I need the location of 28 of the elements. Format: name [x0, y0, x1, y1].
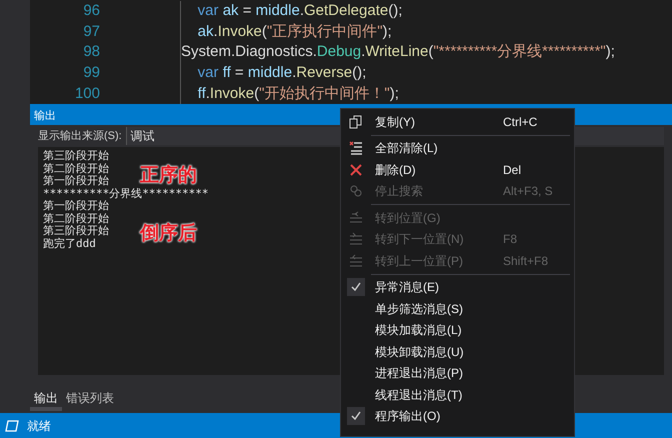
annotation-text: 正序的 — [140, 164, 197, 188]
panel-title: 输出 — [34, 108, 56, 124]
shortcut-text: Alt+F3, S — [503, 183, 553, 200]
line-number: 96 — [82, 1, 100, 22]
source-label: 显示输出来源(S): — [38, 128, 122, 144]
output-line: 第三阶段开始 — [43, 150, 109, 162]
output-line: 跑完了ddd — [43, 238, 96, 250]
shortcut-text: F8 — [503, 231, 518, 248]
line-number: 97 — [82, 22, 100, 42]
line-number: 100 — [74, 84, 100, 104]
status-text: 就绪 — [27, 418, 51, 434]
code-line: ff.Invoke("开始执行中间件！"); — [196, 84, 399, 104]
line-number: 98 — [82, 42, 100, 62]
output-line: 第三阶段开始 — [43, 225, 109, 238]
output-line: 第二阶段开始 — [43, 212, 109, 225]
annotation-text: 倒序后 — [140, 222, 197, 246]
output-line: 第二阶段开始 — [43, 162, 109, 175]
line-number: 99 — [82, 63, 100, 84]
code-line: ak.Invoke("正序执行中间件"); — [196, 22, 392, 42]
output-line: 第一阶段开始 — [43, 200, 109, 212]
shortcut-text: Del — [503, 162, 522, 179]
code-line: var ak = middle.GetDelegate(); — [196, 1, 402, 22]
output-line: **********分界线********** — [43, 188, 208, 200]
shortcut-text: Shift+F8 — [503, 252, 548, 270]
code-line: System.Diagnostics.Debug.WriteLine("**********分界线**********"); — [181, 42, 615, 62]
output-line: 第一阶段开始 — [43, 175, 109, 188]
code-line: var ff = middle.Reverse(); — [196, 63, 366, 84]
shortcut-text: Ctrl+C — [503, 114, 538, 131]
